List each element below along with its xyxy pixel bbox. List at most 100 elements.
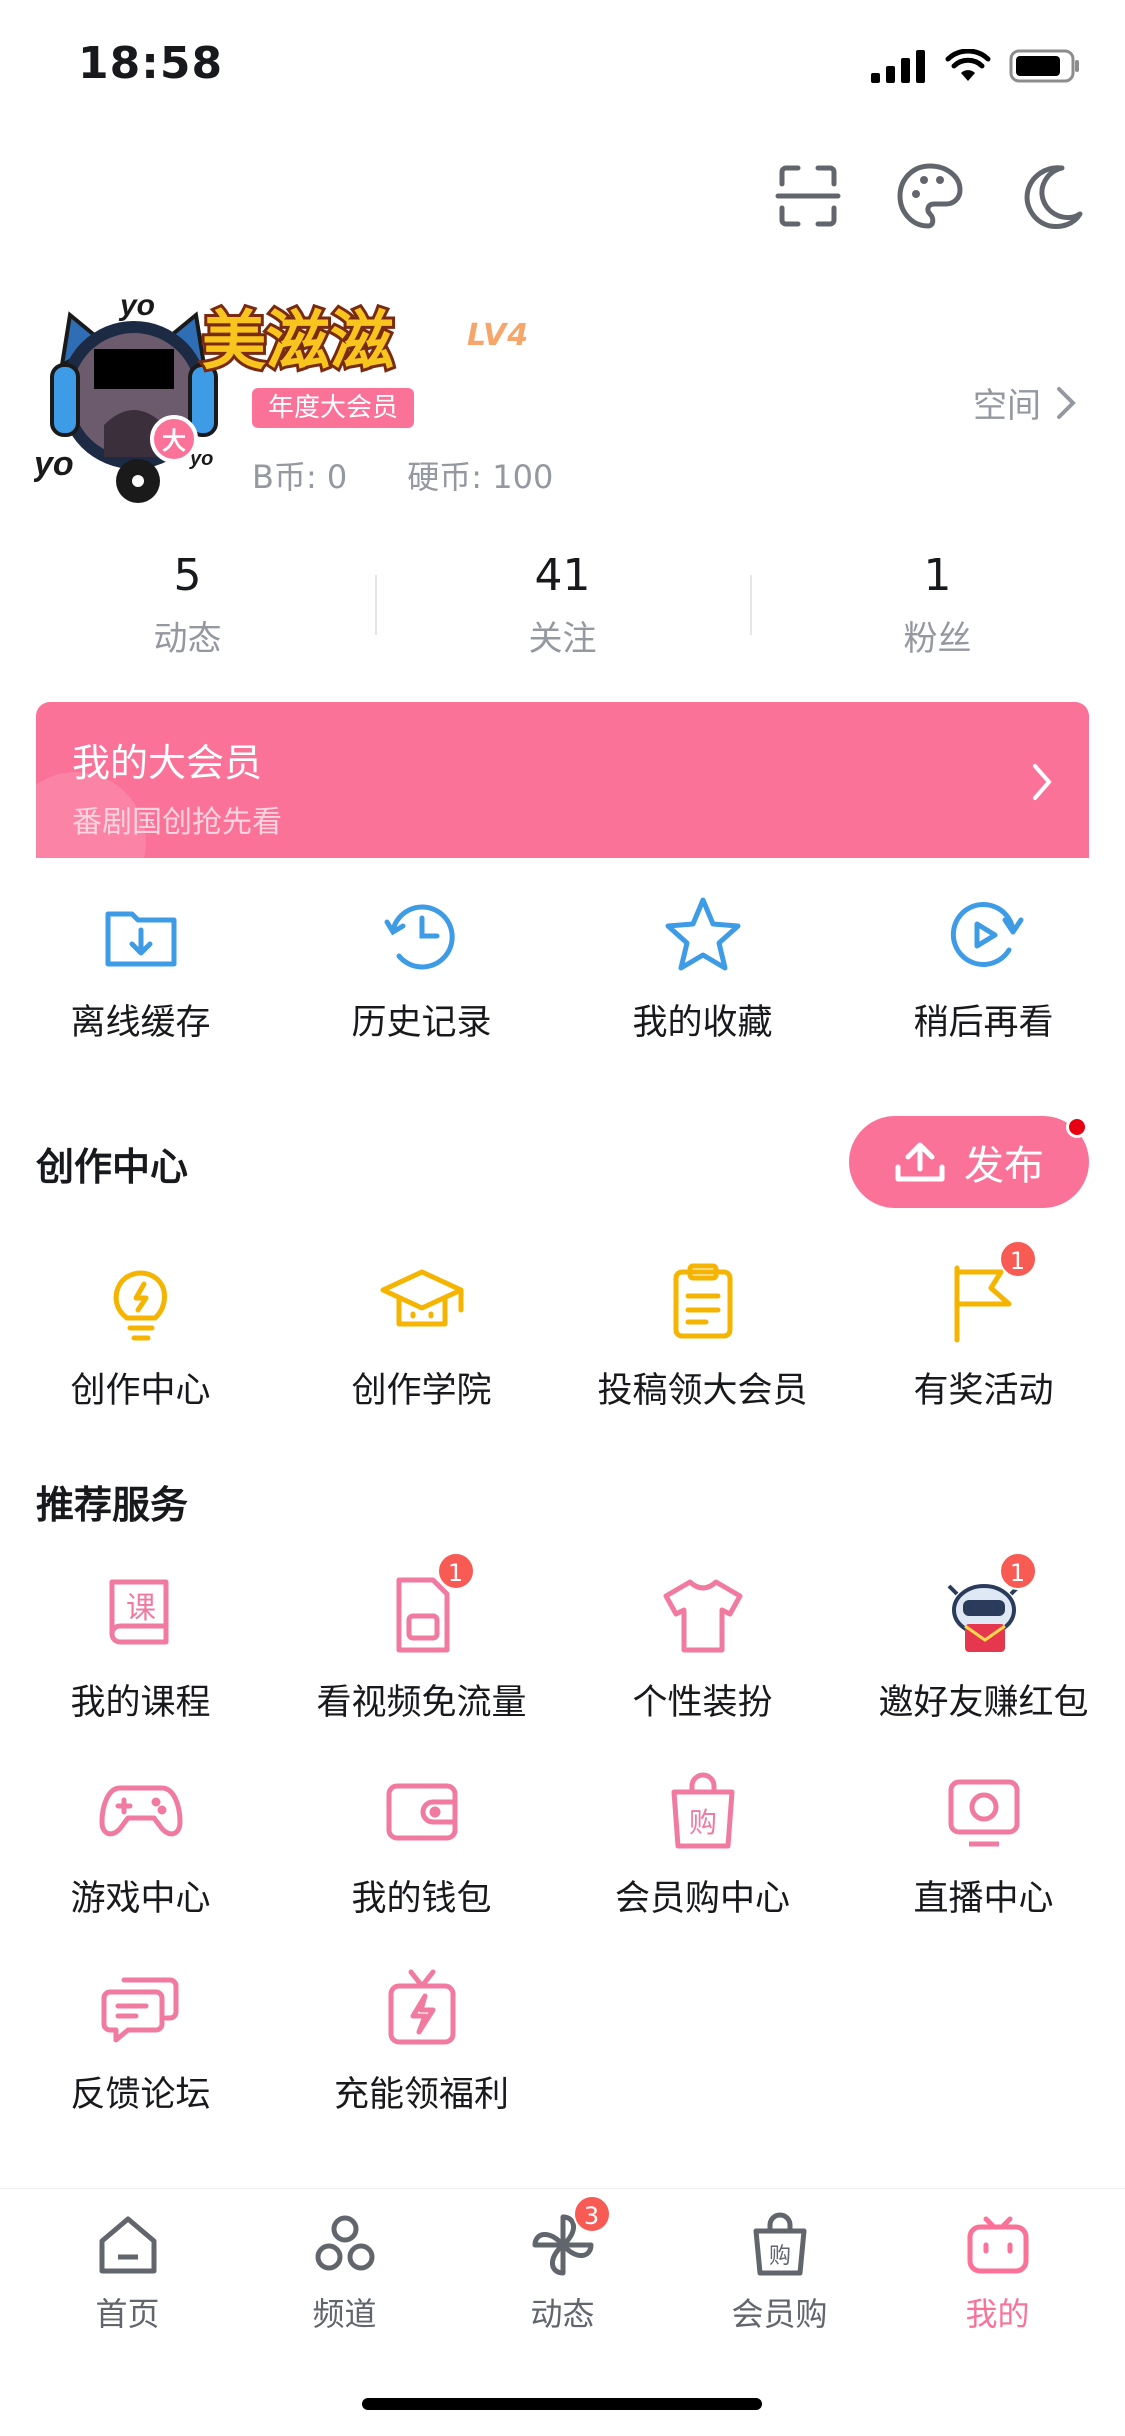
sim-card-icon: 1: [377, 1552, 475, 1660]
home-indicator: [362, 2398, 762, 2410]
vip-banner-subtitle: 番剧国创抢先看: [72, 805, 282, 840]
creation-submit-vip[interactable]: 投稿领大会员: [562, 1258, 843, 1413]
quick-label: 历史记录: [351, 1003, 492, 1043]
service-vip-shop[interactable]: 购 会员购中心: [562, 1766, 843, 1921]
stat-number: 5: [173, 550, 202, 601]
creation-rewards[interactable]: 1 有奖活动: [843, 1240, 1124, 1413]
creation-label: 创作中心: [70, 1371, 211, 1411]
course-icon-text: 课: [126, 1591, 156, 1626]
notification-badge: 1: [436, 1552, 475, 1590]
quick-label: 我的收藏: [632, 1003, 773, 1043]
b-coin: B币: 0: [252, 458, 348, 496]
svg-text:yo: yo: [118, 289, 155, 322]
nav-shop-icon-text: 购: [768, 2244, 790, 2269]
service-invite-friends[interactable]: 1 邀好友赚红包: [843, 1552, 1124, 1725]
stat-number: 41: [534, 550, 591, 601]
coin: 硬币: 100: [407, 458, 554, 496]
flag-icon: 1: [939, 1240, 1037, 1348]
space-label: 空间: [973, 386, 1041, 426]
pinwheel-icon: 3: [529, 2195, 611, 2279]
svg-text:大: 大: [162, 427, 186, 455]
service-label: 邀好友赚红包: [878, 1683, 1089, 1723]
shopping-bag-icon: 购: [746, 2211, 814, 2279]
nav-channel[interactable]: 频道: [232, 2211, 457, 2335]
nav-mine[interactable]: 我的: [885, 2211, 1110, 2335]
service-label: 游戏中心: [70, 1879, 211, 1919]
quick-offline-cache[interactable]: 离线缓存: [0, 890, 281, 1045]
creation-center[interactable]: 创作中心: [0, 1258, 281, 1413]
service-label: 看视频免流量: [316, 1683, 527, 1723]
service-live-center[interactable]: 直播中心: [843, 1766, 1124, 1921]
svg-text:yo: yo: [34, 445, 74, 483]
service-label: 个性装扮: [632, 1683, 773, 1723]
service-charge-rewards[interactable]: 充能领福利: [281, 1962, 562, 2117]
nav-vip-shop[interactable]: 购 会员购: [667, 2211, 892, 2335]
shopping-bag-icon: 购: [658, 1766, 748, 1856]
space-link[interactable]: 空间: [973, 378, 1077, 427]
vip-tag[interactable]: 年度大会员: [252, 388, 415, 428]
username-text: 美滋滋: [202, 305, 394, 379]
palette-icon[interactable]: [894, 160, 966, 232]
publish-button[interactable]: 发布: [849, 1116, 1089, 1208]
creation-label: 投稿领大会员: [597, 1371, 808, 1411]
course-book-icon: 课: [96, 1570, 186, 1660]
service-personalize[interactable]: 个性装扮: [562, 1570, 843, 1725]
stat-number: 1: [923, 550, 952, 601]
service-label: 充能领福利: [333, 2075, 509, 2115]
quick-history[interactable]: 历史记录: [281, 890, 562, 1045]
service-my-courses[interactable]: 课 我的课程: [0, 1570, 281, 1725]
services-section-title: 推荐服务: [36, 1483, 189, 1527]
wifi-icon: [945, 49, 991, 81]
gamepad-icon: [96, 1766, 186, 1856]
bilibili-tv-icon: [964, 2211, 1032, 2279]
notification-badge: 1: [998, 1240, 1037, 1278]
vip-banner[interactable]: 我的大会员 番剧国创抢先看: [36, 702, 1089, 860]
service-label: 反馈论坛: [70, 2075, 211, 2115]
stat-label: 动态: [153, 619, 222, 659]
nav-home[interactable]: 首页: [15, 2211, 240, 2335]
mascot-envelope-icon: 1: [939, 1552, 1037, 1660]
clipboard-icon: [658, 1258, 748, 1348]
live-tv-icon: [939, 1766, 1029, 1856]
night-mode-icon[interactable]: [1016, 160, 1088, 232]
scan-icon[interactable]: [772, 160, 844, 232]
username-badge: 美滋滋: [196, 295, 446, 385]
download-folder-icon: [96, 890, 186, 980]
service-label: 会员购中心: [614, 1879, 790, 1919]
shop-icon-text: 购: [688, 1806, 716, 1839]
nav-label: 会员购: [731, 2295, 828, 2333]
home-icon: [94, 2211, 162, 2279]
nav-label: 我的: [965, 2295, 1030, 2333]
chat-bubbles-icon: [96, 1962, 186, 2052]
stat-following[interactable]: 41 关注: [375, 550, 750, 660]
creation-label: 有奖活动: [913, 1371, 1054, 1411]
quick-favorites[interactable]: 我的收藏: [562, 890, 843, 1045]
vip-banner-title: 我的大会员: [72, 741, 263, 785]
service-label: 我的钱包: [351, 1879, 492, 1919]
nav-dynamics[interactable]: 3 动态: [450, 2195, 675, 2335]
stat-label: 粉丝: [903, 619, 972, 659]
gift-energy-icon: [377, 1962, 467, 2052]
creation-academy[interactable]: 创作学院: [281, 1258, 562, 1413]
notification-badge: 3: [572, 2195, 611, 2233]
chevron-right-icon: [1057, 386, 1076, 419]
service-feedback-forum[interactable]: 反馈论坛: [0, 1962, 281, 2117]
service-game-center[interactable]: 游戏中心: [0, 1766, 281, 1921]
status-time: 18:58: [78, 38, 224, 89]
nav-label: 频道: [312, 2295, 377, 2333]
service-wallet[interactable]: 我的钱包: [281, 1766, 562, 1921]
upload-icon: [895, 1142, 945, 1182]
publish-notify-dot: [1066, 1116, 1088, 1138]
quick-label: 离线缓存: [70, 1003, 211, 1043]
notification-badge: 1: [998, 1552, 1037, 1590]
stat-dynamics[interactable]: 5 动态: [0, 550, 375, 660]
stat-fans[interactable]: 1 粉丝: [750, 550, 1125, 660]
level-badge: LV4: [467, 318, 530, 353]
coin-info: B币: 0 硬币: 100: [252, 452, 553, 498]
quick-watch-later[interactable]: 稍后再看: [843, 890, 1124, 1045]
service-free-data[interactable]: 1 看视频免流量: [281, 1552, 562, 1725]
chevron-right-icon: [1033, 764, 1052, 800]
history-clock-icon: [377, 890, 467, 980]
creation-section-title: 创作中心: [36, 1145, 189, 1189]
stat-label: 关注: [528, 619, 597, 659]
